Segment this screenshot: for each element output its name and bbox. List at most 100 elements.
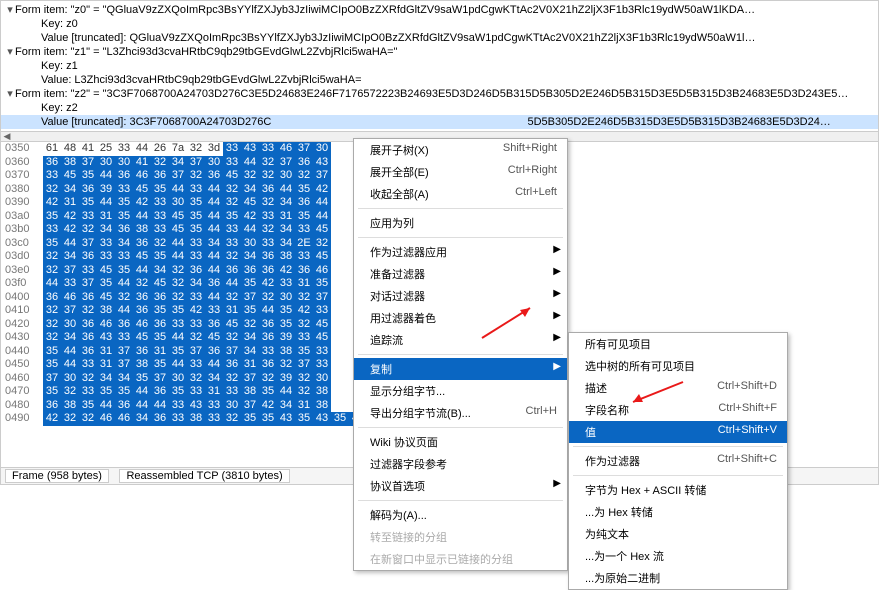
hex-byte[interactable]: 36 bbox=[43, 156, 61, 170]
hex-byte[interactable]: 32 bbox=[151, 237, 169, 251]
menu-item[interactable]: 收起全部(A)Ctrl+Left bbox=[354, 183, 567, 205]
hex-byte[interactable]: 33 bbox=[97, 237, 115, 251]
hex-byte[interactable]: 45 bbox=[205, 331, 223, 345]
hex-byte[interactable]: 36 bbox=[223, 264, 241, 278]
hex-byte[interactable]: 35 bbox=[187, 196, 205, 210]
hex-byte[interactable]: 32 bbox=[295, 385, 313, 399]
hex-byte[interactable]: 45 bbox=[133, 331, 151, 345]
hex-byte[interactable]: 35 bbox=[187, 223, 205, 237]
hex-byte[interactable]: 26 bbox=[151, 142, 169, 156]
hex-byte[interactable]: 35 bbox=[277, 304, 295, 318]
hex-byte[interactable]: 46 bbox=[61, 291, 79, 305]
hex-byte[interactable]: 36 bbox=[133, 291, 151, 305]
hex-byte[interactable]: 30 bbox=[277, 169, 295, 183]
hex-byte[interactable]: 45 bbox=[133, 250, 151, 264]
hex-byte[interactable]: 44 bbox=[43, 277, 61, 291]
hex-byte[interactable]: 35 bbox=[241, 304, 259, 318]
expand-icon[interactable]: ▾ bbox=[5, 87, 15, 101]
hex-byte[interactable]: 30 bbox=[223, 399, 241, 413]
hex-byte[interactable]: 34 bbox=[205, 237, 223, 251]
hex-byte[interactable]: 43 bbox=[241, 142, 259, 156]
hex-byte[interactable]: 36 bbox=[115, 169, 133, 183]
hex-byte[interactable]: 42 bbox=[133, 196, 151, 210]
hex-byte[interactable]: 36 bbox=[259, 318, 277, 332]
hex-byte[interactable]: 31 bbox=[295, 399, 313, 413]
hex-byte[interactable]: 33 bbox=[277, 277, 295, 291]
hex-byte[interactable]: 32 bbox=[169, 277, 187, 291]
hex-byte[interactable]: 44 bbox=[169, 237, 187, 251]
hex-byte[interactable]: 31 bbox=[277, 210, 295, 224]
hex-byte[interactable]: 33 bbox=[169, 412, 187, 426]
tree-row[interactable]: Key: z0 bbox=[1, 17, 878, 31]
hex-byte[interactable]: 30 bbox=[277, 291, 295, 305]
hex-byte[interactable]: 36 bbox=[259, 183, 277, 197]
menu-item[interactable]: 字节为 Hex + ASCII 转储 bbox=[569, 479, 787, 501]
hex-byte[interactable]: 44 bbox=[61, 358, 79, 372]
hex-byte[interactable]: 35 bbox=[295, 412, 313, 426]
hex-byte[interactable]: 32 bbox=[43, 331, 61, 345]
hex-byte[interactable]: 44 bbox=[133, 264, 151, 278]
hex-byte[interactable]: 36 bbox=[259, 264, 277, 278]
menu-item[interactable]: 准备过滤器▶ bbox=[354, 263, 567, 285]
hex-byte[interactable]: 31 bbox=[97, 345, 115, 359]
hex-byte[interactable]: 35 bbox=[151, 250, 169, 264]
expand-icon[interactable]: ▾ bbox=[5, 3, 15, 17]
hex-byte[interactable]: 36 bbox=[151, 169, 169, 183]
hex-byte[interactable]: 38 bbox=[277, 345, 295, 359]
hex-byte[interactable]: 35 bbox=[151, 183, 169, 197]
hex-byte[interactable]: 44 bbox=[169, 183, 187, 197]
hex-byte[interactable]: 39 bbox=[277, 331, 295, 345]
hex-byte[interactable]: 33 bbox=[151, 223, 169, 237]
hex-byte[interactable]: 33 bbox=[223, 223, 241, 237]
menu-item[interactable]: 字段名称Ctrl+Shift+F bbox=[569, 399, 787, 421]
hex-byte[interactable]: 31 bbox=[295, 277, 313, 291]
hex-byte[interactable]: 31 bbox=[241, 358, 259, 372]
hex-byte[interactable]: 36 bbox=[79, 345, 97, 359]
hex-byte[interactable]: 33 bbox=[151, 210, 169, 224]
hex-byte[interactable]: 33 bbox=[295, 223, 313, 237]
hex-byte[interactable]: 34 bbox=[187, 277, 205, 291]
hex-byte[interactable]: 35 bbox=[151, 331, 169, 345]
hex-byte[interactable]: 35 bbox=[169, 385, 187, 399]
hex-byte[interactable]: 39 bbox=[97, 183, 115, 197]
hex-byte[interactable]: 35 bbox=[313, 277, 331, 291]
hex-byte[interactable]: 33 bbox=[115, 250, 133, 264]
tree-row[interactable]: Value [truncated]: QGluaV9zZXQoImRpc3BsY… bbox=[1, 31, 878, 45]
hex-byte[interactable]: 32 bbox=[187, 331, 205, 345]
hex-byte[interactable]: 34 bbox=[241, 250, 259, 264]
hex-byte[interactable]: 42 bbox=[313, 183, 331, 197]
hex-byte[interactable]: 32 bbox=[169, 264, 187, 278]
hex-byte[interactable]: 35 bbox=[295, 345, 313, 359]
hex-byte[interactable]: 44 bbox=[259, 304, 277, 318]
hex-byte[interactable]: 38 bbox=[277, 250, 295, 264]
menu-item[interactable]: 作为过滤器应用▶ bbox=[354, 241, 567, 263]
hex-byte[interactable]: 35 bbox=[43, 237, 61, 251]
hex-byte[interactable]: 36 bbox=[151, 291, 169, 305]
hex-byte[interactable]: 35 bbox=[43, 345, 61, 359]
hex-byte[interactable]: 42 bbox=[259, 399, 277, 413]
hex-byte[interactable]: 35 bbox=[295, 183, 313, 197]
hex-byte[interactable]: 31 bbox=[97, 210, 115, 224]
hex-byte[interactable]: 44 bbox=[205, 196, 223, 210]
hex-byte[interactable]: 46 bbox=[133, 169, 151, 183]
hex-byte[interactable]: 45 bbox=[313, 331, 331, 345]
hex-byte[interactable]: 32 bbox=[43, 183, 61, 197]
hex-byte[interactable]: 36 bbox=[133, 237, 151, 251]
menu-item[interactable]: 选中树的所有可见项目 bbox=[569, 355, 787, 377]
hex-byte[interactable]: 33 bbox=[43, 223, 61, 237]
hex-byte[interactable]: 38 bbox=[97, 304, 115, 318]
hex-byte[interactable]: 43 bbox=[187, 399, 205, 413]
expand-icon[interactable]: ▾ bbox=[5, 45, 15, 59]
hex-byte[interactable]: 36 bbox=[79, 331, 97, 345]
hex-byte[interactable]: 37 bbox=[61, 304, 79, 318]
menu-item[interactable]: 过滤器字段参考 bbox=[354, 453, 567, 475]
hex-byte[interactable]: 37 bbox=[115, 358, 133, 372]
tree-row[interactable]: ▾Form item: "z2" = "3C3F7068700A24703D27… bbox=[1, 87, 878, 101]
hex-byte[interactable]: 34 bbox=[97, 372, 115, 386]
hex-byte[interactable]: 44 bbox=[205, 264, 223, 278]
hex-byte[interactable]: 44 bbox=[61, 345, 79, 359]
hex-byte[interactable]: 36 bbox=[241, 264, 259, 278]
hex-byte[interactable]: 35 bbox=[115, 264, 133, 278]
hex-byte[interactable]: 38 bbox=[313, 385, 331, 399]
menu-item[interactable]: 对话过滤器▶ bbox=[354, 285, 567, 307]
